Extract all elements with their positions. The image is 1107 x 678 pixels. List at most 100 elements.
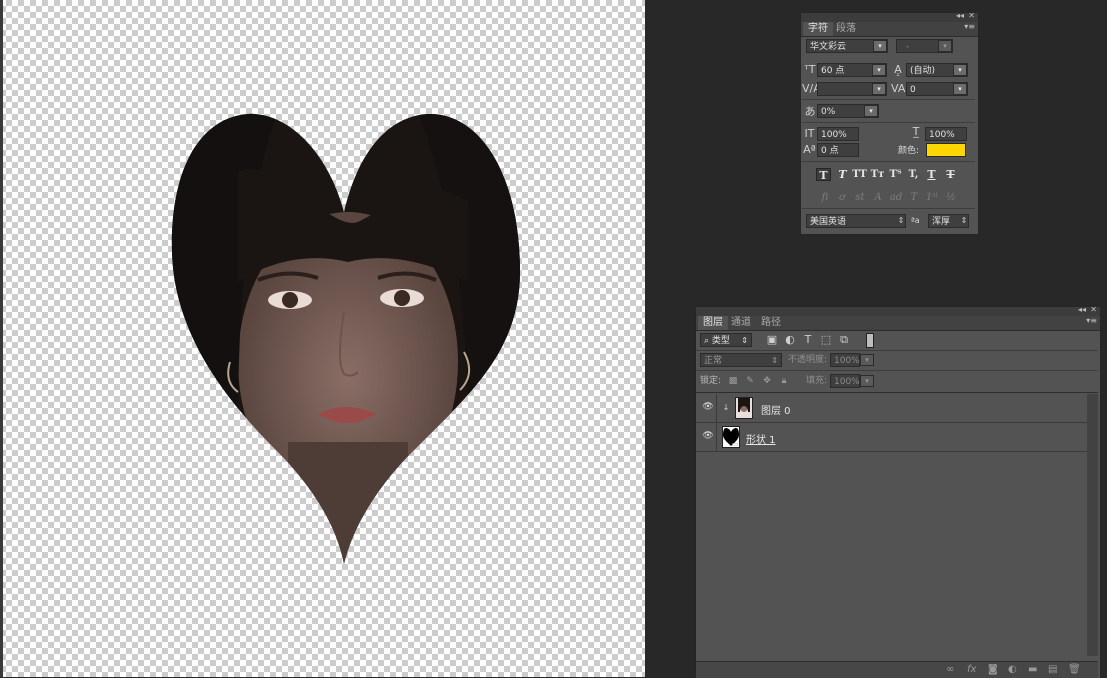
lock-image-icon[interactable]: ✎ bbox=[745, 375, 755, 387]
layer-row[interactable]: 👁︎ ▭ 形状 1 bbox=[696, 423, 1087, 452]
tracking-icon: VA bbox=[891, 82, 906, 95]
heart-clipped-portrait bbox=[171, 113, 520, 564]
underline-button[interactable]: T bbox=[924, 168, 939, 181]
antialias-dropdown-icon[interactable]: ⇕ bbox=[959, 215, 969, 227]
visibility-eye-icon[interactable]: 👁︎ bbox=[702, 402, 714, 412]
filter-toggle[interactable] bbox=[866, 333, 874, 348]
tab-paragraph[interactable]: 段落 bbox=[831, 22, 861, 36]
language-select[interactable]: 美国英语 bbox=[806, 214, 906, 228]
kerning-dropdown-icon[interactable]: ▾ bbox=[872, 83, 886, 95]
fill-field[interactable]: 100% bbox=[830, 374, 860, 388]
old-style-icon[interactable]: ơ bbox=[835, 192, 849, 204]
tracking-dropdown-icon[interactable]: ▾ bbox=[953, 83, 967, 95]
subscript-button[interactable]: T, bbox=[906, 168, 921, 181]
antialias-label: ªa bbox=[911, 216, 920, 225]
visibility-eye-icon[interactable]: 👁︎ bbox=[702, 431, 714, 441]
layer-thumbnail[interactable] bbox=[735, 397, 753, 419]
blend-dropdown-icon: ⇕ bbox=[771, 356, 778, 365]
ornaments-icon[interactable]: T bbox=[907, 192, 921, 204]
link-layers-icon[interactable]: ∞ bbox=[946, 664, 954, 675]
panel-menu-icon[interactable]: ▾≡ bbox=[1086, 316, 1097, 325]
strikethrough-button[interactable]: T bbox=[943, 168, 958, 181]
stylistic-alternates-icon[interactable]: A bbox=[871, 192, 885, 204]
tab-channels[interactable]: 通道 bbox=[726, 316, 756, 330]
filter-shape-icon[interactable]: ⬚ bbox=[820, 334, 832, 346]
layers-scrollbar[interactable] bbox=[1087, 394, 1098, 656]
font-size-dropdown-icon[interactable]: ▾ bbox=[872, 64, 886, 76]
close-icon[interactable]: ✕ bbox=[1090, 305, 1097, 314]
delete-layer-icon[interactable]: 🗑︎ bbox=[1068, 664, 1081, 675]
language-value: 美国英语 bbox=[810, 217, 847, 227]
superscript-button[interactable]: Tᵀ bbox=[888, 168, 903, 181]
layers-panel-titlebar[interactable]: ◂◂ ✕ bbox=[696, 305, 1100, 316]
divider bbox=[696, 392, 1098, 393]
font-style-dropdown-icon[interactable]: ▾ bbox=[938, 40, 952, 52]
tab-character[interactable]: 字符 bbox=[803, 22, 833, 36]
opacity-dropdown-icon[interactable]: ▾ bbox=[860, 354, 874, 366]
baseline-shift-icon: Aª bbox=[803, 143, 816, 156]
layers-panel-tabs: 图层 通道 路径 ▾≡ bbox=[696, 316, 1100, 331]
adjustment-layer-icon[interactable]: ◐ bbox=[1008, 664, 1017, 675]
filter-type-icon[interactable]: T bbox=[802, 334, 814, 346]
fill-dropdown-icon[interactable]: ▾ bbox=[860, 375, 874, 387]
font-family-dropdown-icon[interactable]: ▾ bbox=[873, 40, 887, 52]
color-swatch[interactable] bbox=[926, 143, 966, 157]
filter-adjustment-icon[interactable]: ◐ bbox=[784, 334, 796, 346]
blend-mode-select[interactable]: 正常 ⇕ bbox=[700, 353, 782, 367]
filter-smart-object-icon[interactable]: ⧉ bbox=[838, 334, 850, 346]
small-caps-button[interactable]: Tт bbox=[870, 168, 885, 181]
divider bbox=[716, 394, 717, 422]
color-label: 颜色: bbox=[898, 146, 920, 156]
titling-alternates-icon[interactable]: ad bbox=[889, 192, 903, 204]
new-layer-icon[interactable]: ▤ bbox=[1048, 664, 1057, 675]
divider bbox=[802, 208, 975, 209]
tab-layers[interactable]: 图层 bbox=[698, 316, 728, 330]
font-size-value: 60 点 bbox=[821, 66, 845, 76]
vertical-scale-field[interactable]: 100% bbox=[817, 127, 859, 141]
new-group-icon[interactable]: ▬ bbox=[1028, 664, 1037, 675]
horizontal-scale-field[interactable]: 100% bbox=[925, 127, 967, 141]
lock-transparent-icon[interactable]: ▩ bbox=[728, 375, 738, 387]
portrait-thumbnail-icon bbox=[736, 398, 752, 418]
clipping-arrow-icon: ↓ bbox=[722, 403, 730, 412]
document-canvas[interactable] bbox=[0, 0, 645, 677]
collapse-icon[interactable]: ◂◂ bbox=[956, 11, 964, 20]
vertical-scale-value: 100% bbox=[821, 130, 847, 140]
tab-paths[interactable]: 路径 bbox=[756, 316, 786, 330]
kerning-icon: V/A bbox=[802, 82, 821, 95]
fx-icon[interactable]: fx bbox=[967, 664, 976, 675]
layer-name[interactable]: 形状 1 bbox=[746, 431, 776, 446]
layer-name[interactable]: 图层 0 bbox=[761, 402, 791, 417]
lock-label: 锁定: bbox=[700, 376, 722, 386]
layer-row[interactable]: 👁︎ ↓ 图层 0 bbox=[696, 394, 1087, 423]
layer-filter-select[interactable]: ⌕ 类型 ⇕ bbox=[700, 333, 752, 347]
collapse-icon[interactable]: ◂◂ bbox=[1078, 305, 1086, 314]
baseline-shift-field[interactable]: 0 点 bbox=[817, 143, 859, 157]
faux-bold-button[interactable]: T bbox=[816, 168, 831, 182]
panel-menu-icon[interactable]: ▾≡ bbox=[964, 22, 975, 31]
language-dropdown-icon[interactable]: ⇕ bbox=[896, 215, 906, 227]
ordinals-icon[interactable]: 1ˢᵗ bbox=[925, 192, 939, 204]
font-style-value: - bbox=[906, 42, 910, 52]
tracking-value: 0 bbox=[910, 85, 916, 95]
lock-position-icon[interactable]: ✥ bbox=[762, 375, 772, 387]
lock-all-icon[interactable]: 🔒︎ bbox=[779, 375, 789, 387]
swash-icon[interactable]: st bbox=[853, 192, 867, 204]
vertical-scale-icon: IT bbox=[804, 127, 815, 140]
add-mask-icon[interactable]: ◙ bbox=[988, 664, 998, 675]
canvas-left-edge bbox=[0, 0, 3, 677]
all-caps-button[interactable]: TT bbox=[852, 168, 867, 181]
opacity-field[interactable]: 100% bbox=[830, 353, 860, 367]
tsume-dropdown-icon[interactable]: ▾ bbox=[864, 105, 878, 117]
leading-value: (自动) bbox=[910, 66, 936, 76]
filter-pixel-icon[interactable]: ▣ bbox=[766, 334, 778, 346]
tsume-icon: あ bbox=[804, 105, 816, 118]
character-panel-titlebar[interactable]: ◂◂ ✕ bbox=[801, 11, 978, 22]
leading-dropdown-icon[interactable]: ▾ bbox=[953, 64, 967, 76]
font-family-value: 华文彩云 bbox=[810, 42, 847, 52]
close-icon[interactable]: ✕ bbox=[968, 11, 975, 20]
faux-italic-button[interactable]: T bbox=[835, 168, 850, 181]
fractions-icon[interactable]: ½ bbox=[944, 192, 958, 204]
leading-icon: A͇ bbox=[894, 63, 902, 76]
ligature-icon[interactable]: fi bbox=[818, 192, 832, 204]
